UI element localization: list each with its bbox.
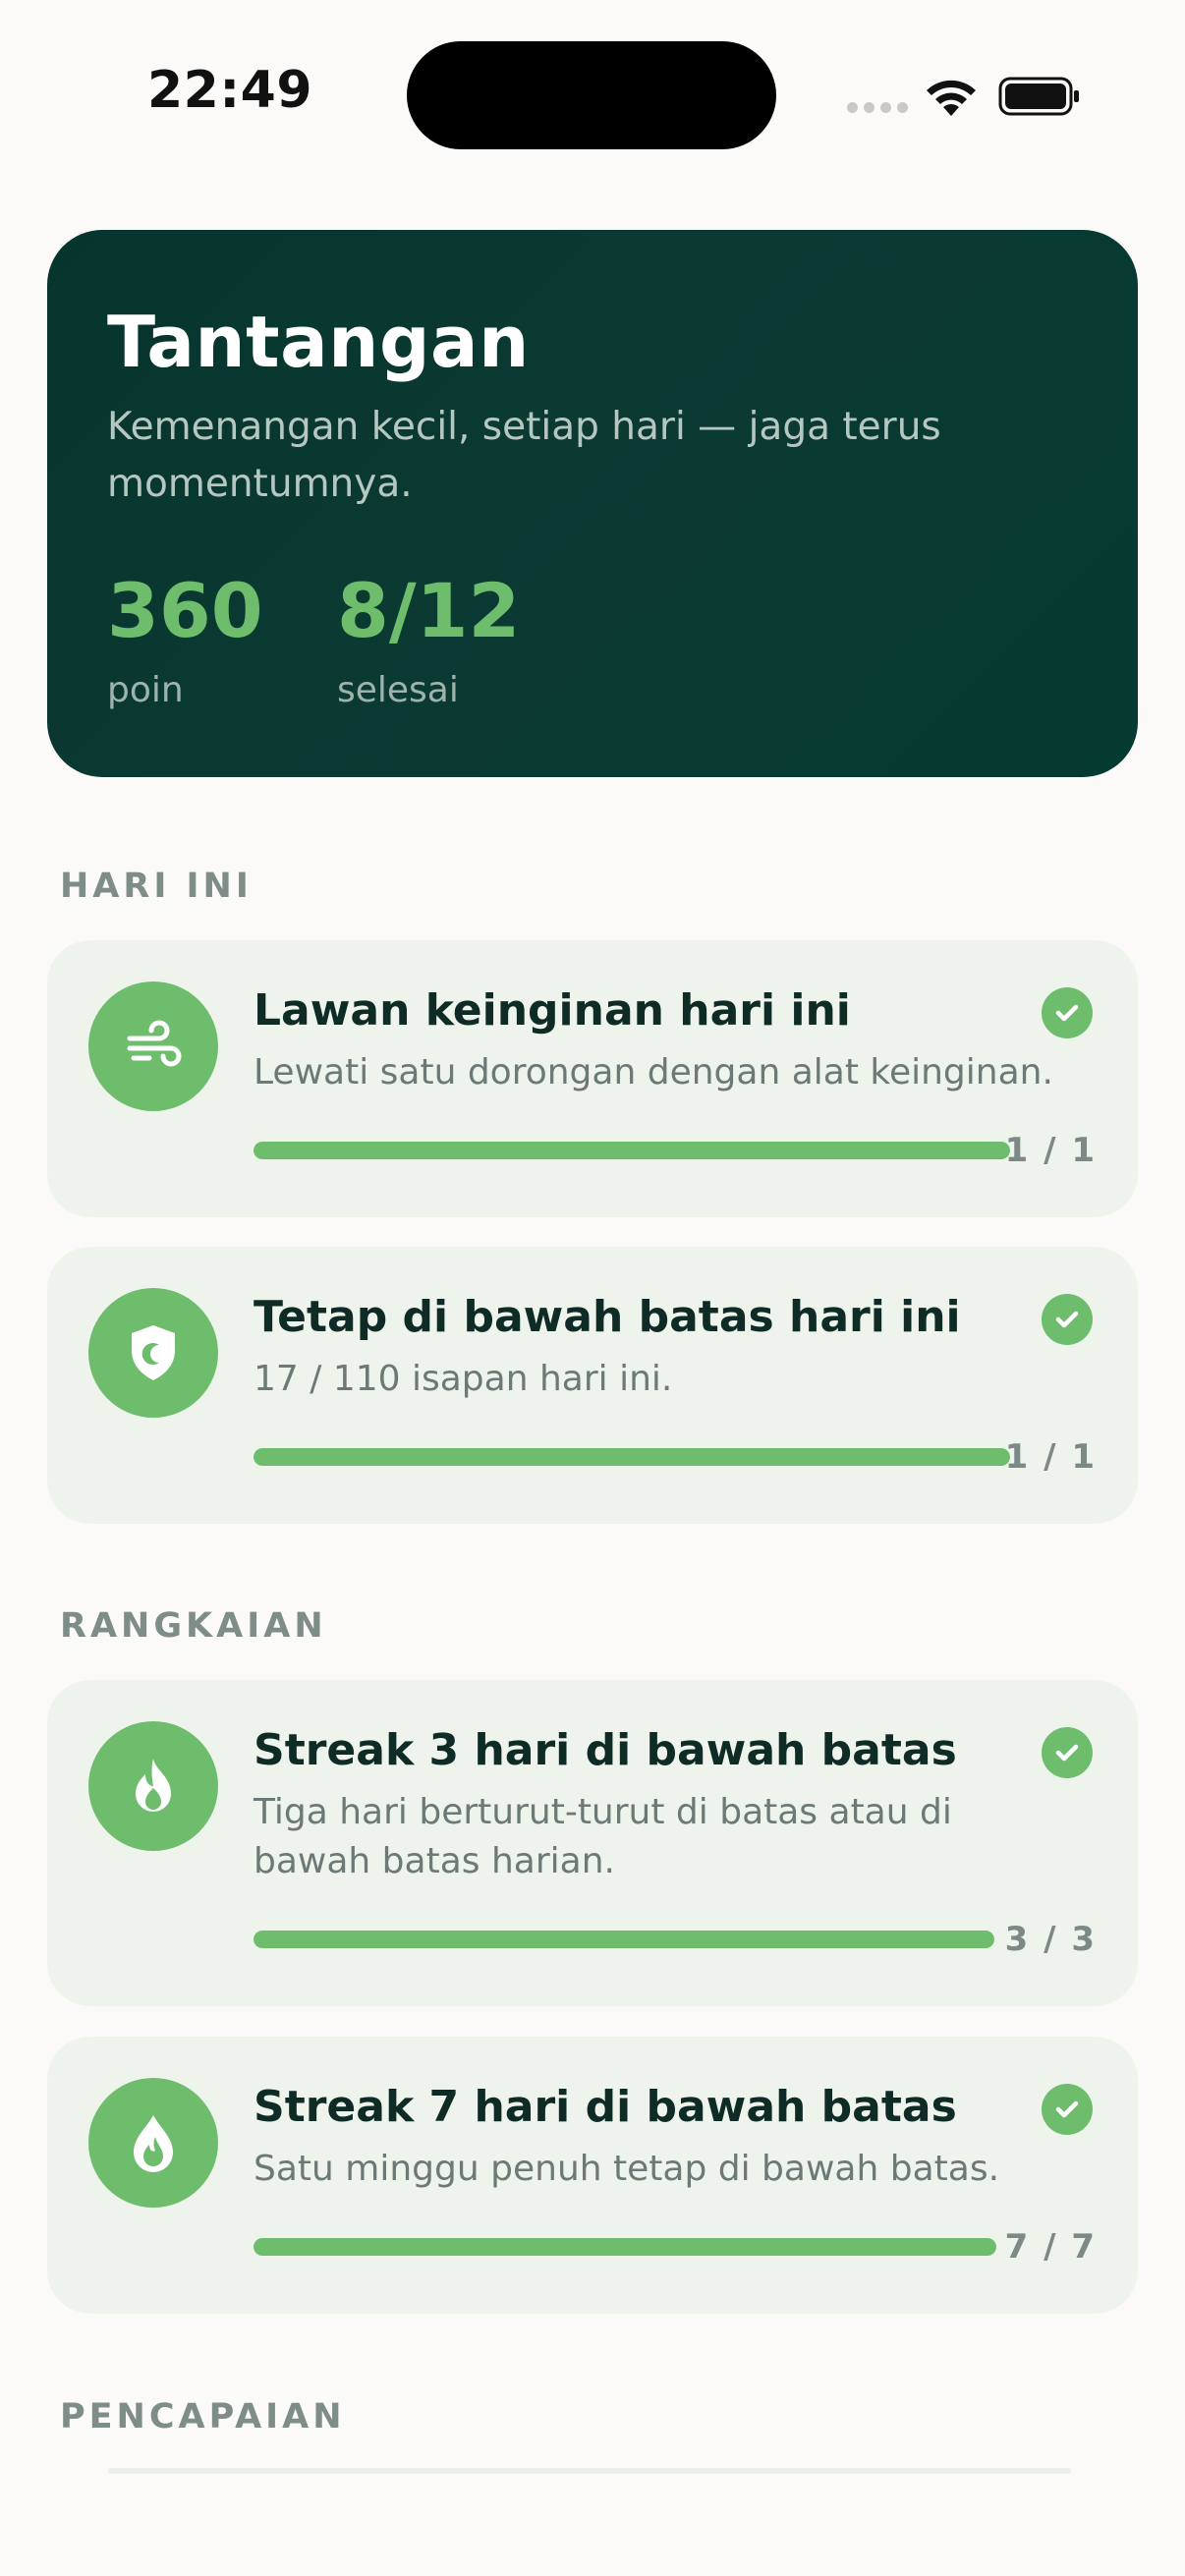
challenge-title: Lawan keinginan hari ini [254, 985, 851, 1036]
section-header-achievements: PENCAPAIAN [60, 2397, 346, 2436]
completed-value: 8/12 [337, 567, 521, 654]
progress-bar [254, 1931, 994, 1948]
achievement-card-peek [108, 2468, 1071, 2474]
completed-check-icon [1042, 2084, 1093, 2135]
wind-icon [88, 981, 218, 1111]
completed-label: selesai [337, 670, 459, 710]
status-bar: 22:49 [0, 0, 1185, 187]
page-subtitle: Kemenangan kecil, setiap hari — jaga ter… [107, 405, 941, 506]
challenge-title: Streak 7 hari di bawah batas [254, 2082, 957, 2132]
battery-icon [998, 77, 1079, 116]
progress-fill [254, 1931, 994, 1948]
wifi-icon [927, 80, 976, 116]
progress-fill [254, 2238, 996, 2256]
flame-icon [88, 1721, 218, 1851]
progress-fill [254, 1142, 1010, 1159]
challenge-title: Tetap di bawah batas hari ini [254, 1292, 961, 1342]
points-label: poin [107, 670, 184, 710]
challenges-hero-card: Tantangan Kemenangan kecil, setiap hari … [47, 230, 1138, 777]
page-title: Tantangan [107, 301, 530, 383]
challenge-card[interactable]: Tetap di bawah batas hari ini 17 / 110 i… [47, 1247, 1138, 1524]
completed-check-icon [1042, 987, 1093, 1038]
status-time: 22:49 [147, 61, 313, 120]
challenge-description: Lewati satu dorongan dengan alat keingin… [254, 1052, 1053, 1092]
progress-bar [254, 2238, 996, 2256]
progress-bar [254, 1448, 1010, 1466]
challenge-description: Tiga hari berturut-turut di batas atau d… [254, 1792, 952, 1881]
challenge-card[interactable]: Streak 3 hari di bawah batas Tiga hari b… [47, 1680, 1138, 2006]
section-header-today: HARI INI [60, 867, 253, 906]
challenge-description: 17 / 110 isapan hari ini. [254, 1359, 673, 1399]
progress-count: 3 / 3 [1004, 1920, 1097, 1959]
drop-flame-icon [88, 2078, 218, 2208]
progress-bar [254, 1142, 1010, 1159]
progress-count: 1 / 1 [1004, 1437, 1097, 1477]
progress-fill [254, 1448, 1010, 1466]
completed-stat: 8/12 selesai [337, 567, 521, 711]
progress-count: 1 / 1 [1004, 1131, 1097, 1170]
challenge-card[interactable]: Streak 7 hari di bawah batas Satu minggu… [47, 2037, 1138, 2314]
section-header-series: RANGKAIAN [60, 1606, 327, 1646]
points-value: 360 [107, 567, 263, 654]
challenge-card[interactable]: Lawan keinginan hari ini Lewati satu dor… [47, 940, 1138, 1217]
cellular-signal-icon [847, 102, 908, 113]
challenge-description: Satu minggu penuh tetap di bawah batas. [254, 2149, 1000, 2189]
completed-check-icon [1042, 1294, 1093, 1345]
dynamic-island [407, 41, 776, 149]
shield-icon [88, 1288, 218, 1418]
points-stat: 360 poin [107, 567, 263, 711]
completed-check-icon [1042, 1727, 1093, 1778]
progress-count: 7 / 7 [1004, 2227, 1097, 2267]
challenge-title: Streak 3 hari di bawah batas [254, 1725, 957, 1775]
